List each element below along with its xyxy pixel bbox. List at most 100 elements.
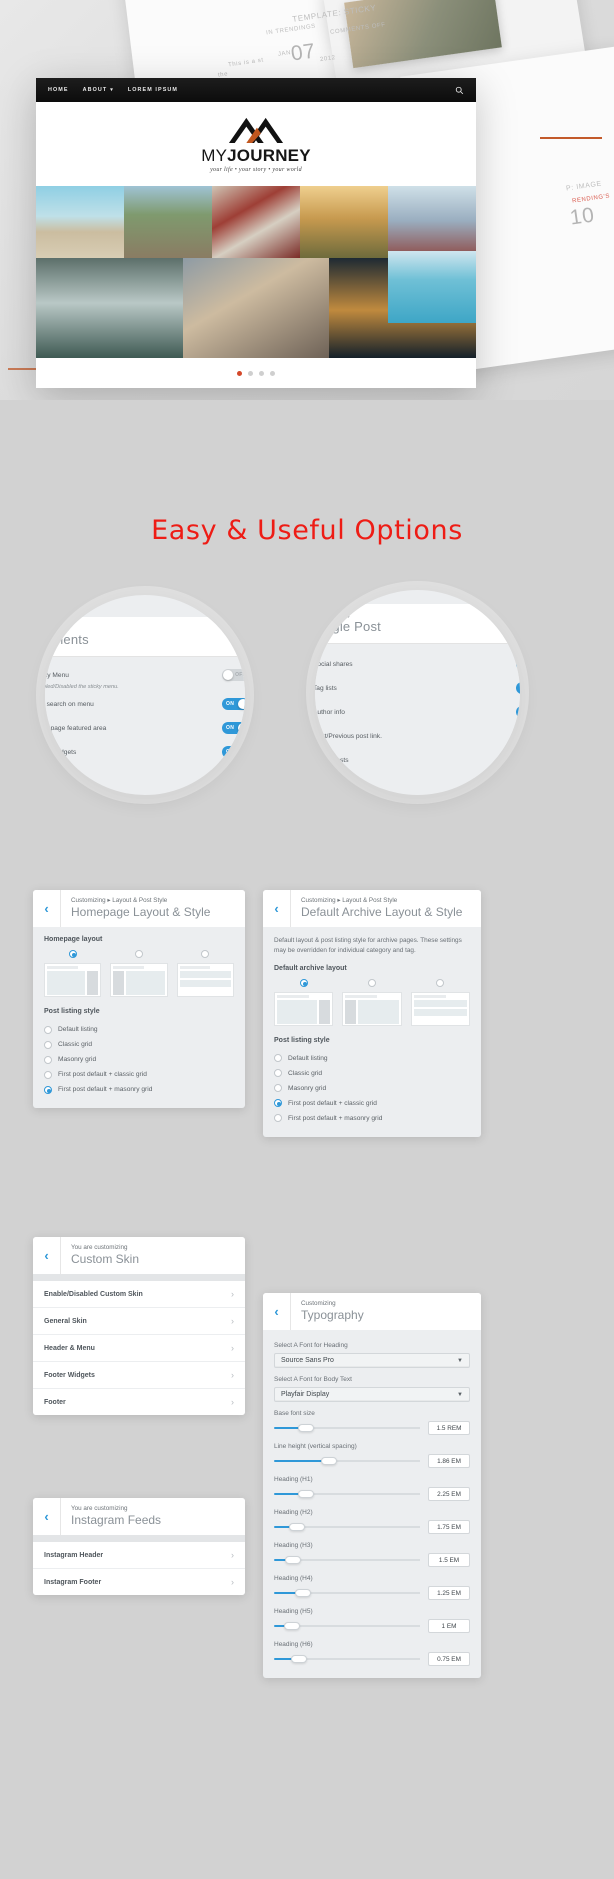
featured-photo[interactable]	[182, 258, 330, 358]
slider-label-h5: Heading (H5)	[274, 1608, 313, 1615]
nav-item-about[interactable]: ABOUT ▾	[83, 87, 114, 93]
layout-choice-left-sidebar[interactable]	[110, 950, 168, 997]
layout-choice-full-width[interactable]	[176, 950, 234, 997]
toggle-author-info[interactable]: ON	[516, 706, 520, 718]
radio-archive-layout-full-width[interactable]	[436, 978, 445, 987]
radio-archive-masonry-grid[interactable]	[274, 1084, 282, 1093]
slider-value-h1[interactable]: 2.25 EM	[428, 1487, 470, 1501]
featured-photo[interactable]	[300, 186, 388, 258]
slider-dot-2[interactable]	[248, 370, 253, 376]
radio-archive-default-listing[interactable]	[274, 1054, 282, 1063]
radio-first-post-masonry[interactable]	[44, 1085, 52, 1094]
radio-layout-left-sidebar[interactable]	[134, 950, 143, 958]
slider-h5[interactable]	[274, 1620, 420, 1632]
setting-label: elated posts	[315, 756, 349, 764]
chevron-left-icon[interactable]: ‹	[263, 1293, 291, 1330]
instagram-menu-list: Instagram Header › Instagram Footer ›	[33, 1542, 245, 1595]
listing-option-classic-grid[interactable]: Classic grid	[44, 1037, 234, 1052]
setting-row-related-posts[interactable]: elated posts ON	[315, 748, 520, 772]
search-icon[interactable]	[455, 86, 464, 95]
archive-listing-option-default-listing[interactable]: Default listing	[274, 1051, 470, 1066]
menu-item-footer[interactable]: Footer ›	[33, 1389, 245, 1415]
menu-item-enable-disabled-custom-skin[interactable]: Enable/Disabled Custom Skin ›	[33, 1281, 245, 1308]
slider-dot-1[interactable]	[237, 370, 242, 376]
slider-h6[interactable]	[274, 1653, 420, 1665]
radio-default-listing[interactable]	[44, 1025, 52, 1034]
chevron-left-icon[interactable]: ‹	[33, 1237, 61, 1274]
slider-h3[interactable]	[274, 1554, 420, 1566]
slider-line-height[interactable]	[274, 1455, 420, 1467]
menu-item-general-skin[interactable]: General Skin ›	[33, 1308, 245, 1335]
toggle-tag-lists[interactable]: ON	[516, 682, 520, 694]
menu-item-instagram-footer[interactable]: Instagram Footer ›	[33, 1569, 245, 1595]
toggle-homepage-featured-area[interactable]: ON	[222, 722, 245, 734]
chevron-left-icon[interactable]: ‹	[263, 890, 291, 927]
slider-value-h4[interactable]: 1.25 EM	[428, 1586, 470, 1600]
archive-listing-option-first-post-masonry[interactable]: First post default + masonry grid	[274, 1111, 470, 1126]
featured-photo[interactable]	[388, 251, 476, 323]
archive-listing-option-first-post-classic[interactable]: First post default + classic grid	[274, 1096, 470, 1111]
menu-item-instagram-header[interactable]: Instagram Header ›	[33, 1542, 245, 1569]
slider-h4[interactable]	[274, 1587, 420, 1599]
toggle-sticky-menu[interactable]: OFF	[222, 669, 245, 681]
radio-archive-classic-grid[interactable]	[274, 1069, 282, 1078]
select-body-font[interactable]: Playfair Display ▼	[274, 1387, 470, 1402]
setting-row-social-shares[interactable]: Social shares ON	[315, 652, 520, 676]
slider-value-h2[interactable]: 1.75 EM	[428, 1520, 470, 1534]
radio-archive-first-post-classic[interactable]	[274, 1099, 282, 1108]
menu-item-header-menu[interactable]: Header & Menu ›	[33, 1335, 245, 1362]
layout-choice-right-sidebar[interactable]	[274, 978, 334, 1026]
select-heading-font[interactable]: Source Sans Pro ▼	[274, 1353, 470, 1368]
radio-archive-first-post-masonry[interactable]	[274, 1114, 282, 1123]
radio-archive-layout-right-sidebar[interactable]	[299, 978, 308, 987]
setting-row-add-search-on-menu[interactable]: Add search on menu ON	[45, 692, 245, 716]
toggle-social-shares[interactable]: ON	[516, 658, 520, 670]
layout-choice-right-sidebar[interactable]	[44, 950, 102, 997]
radio-layout-right-sidebar[interactable]	[68, 950, 77, 958]
slider-h1[interactable]	[274, 1488, 420, 1500]
setting-row-tag-lists[interactable]: Tag lists ON	[315, 676, 520, 700]
featured-photo[interactable]	[36, 258, 183, 358]
toggle-next-previous-post-link[interactable]: ON	[516, 730, 520, 742]
listing-option-first-post-masonry[interactable]: First post default + masonry grid	[44, 1082, 234, 1097]
listing-option-masonry-grid[interactable]: Masonry grid	[44, 1052, 234, 1067]
layout-choice-left-sidebar[interactable]	[342, 978, 402, 1026]
setting-row-footer-widgets[interactable]: Footer widgets ON	[45, 740, 245, 764]
featured-photo[interactable]	[212, 186, 300, 258]
slider-dot-3[interactable]	[259, 370, 264, 376]
menu-item-footer-widgets[interactable]: Footer Widgets ›	[33, 1362, 245, 1389]
toggle-footer-widgets[interactable]: ON	[222, 746, 245, 758]
slider-h2[interactable]	[274, 1521, 420, 1533]
slider-value-h3[interactable]: 1.5 EM	[428, 1553, 470, 1567]
radio-archive-layout-left-sidebar[interactable]	[367, 978, 376, 987]
slider-value-h5[interactable]: 1 EM	[428, 1619, 470, 1633]
option-label: First post default + masonry grid	[58, 1086, 153, 1093]
radio-classic-grid[interactable]	[44, 1040, 52, 1049]
radio-layout-full-width[interactable]	[201, 950, 210, 958]
featured-photo[interactable]	[388, 186, 476, 258]
slider-base-font-size[interactable]	[274, 1422, 420, 1434]
setting-row-next-previous-post-link[interactable]: Next/Previous post link. ON	[315, 724, 520, 748]
radio-masonry-grid[interactable]	[44, 1055, 52, 1064]
chevron-down-icon: ▼	[457, 1391, 463, 1398]
toggle-related-posts[interactable]: ON	[516, 754, 520, 766]
archive-listing-option-masonry-grid[interactable]: Masonry grid	[274, 1081, 470, 1096]
featured-photo[interactable]	[124, 186, 212, 258]
nav-item-home[interactable]: HOME	[48, 87, 69, 93]
setting-row-homepage-featured-area[interactable]: Homepage featured area ON	[45, 716, 245, 740]
chevron-left-icon[interactable]: ‹	[33, 1498, 61, 1535]
listing-option-default-listing[interactable]: Default listing	[44, 1022, 234, 1037]
listing-option-first-post-classic[interactable]: First post default + classic grid	[44, 1067, 234, 1082]
setting-row-author-info[interactable]: Author info ON	[315, 700, 520, 724]
radio-first-post-classic[interactable]	[44, 1070, 52, 1079]
nav-item-lorem-ipsum[interactable]: LOREM IPSUM	[128, 87, 178, 93]
slider-value-base-font-size[interactable]: 1.5 REM	[428, 1421, 470, 1435]
chevron-left-icon[interactable]: ‹	[33, 890, 61, 927]
layout-choice-full-width[interactable]	[410, 978, 470, 1026]
featured-photo[interactable]	[36, 186, 124, 258]
slider-dot-4[interactable]	[270, 370, 275, 376]
archive-listing-option-classic-grid[interactable]: Classic grid	[274, 1066, 470, 1081]
slider-value-h6[interactable]: 0.75 EM	[428, 1652, 470, 1666]
slider-value-line-height[interactable]: 1.86 EM	[428, 1454, 470, 1468]
toggle-add-search-on-menu[interactable]: ON	[222, 698, 245, 710]
